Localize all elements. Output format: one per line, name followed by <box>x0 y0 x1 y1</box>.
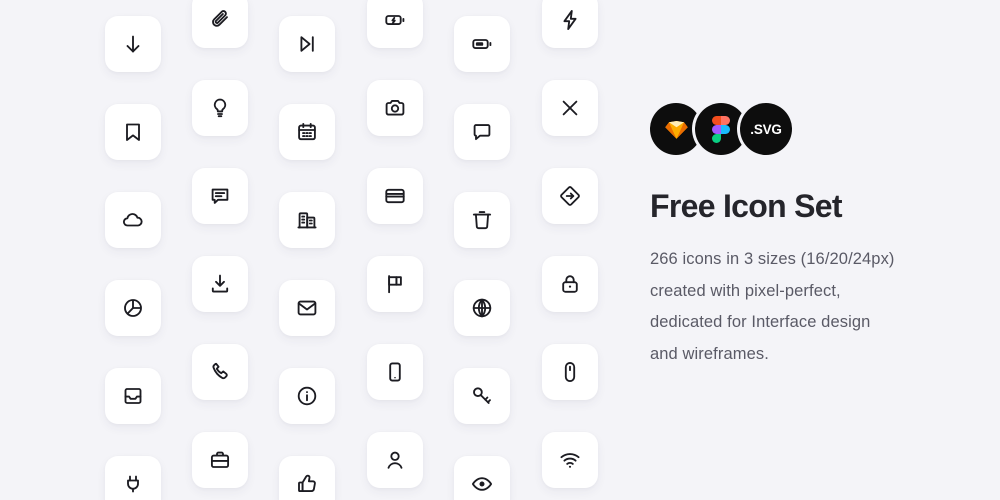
close-x-icon <box>562 100 578 116</box>
icon-card-bookmark[interactable] <box>105 104 161 160</box>
icon-card-eye[interactable] <box>454 456 510 500</box>
icon-card-briefcase[interactable] <box>192 432 248 488</box>
globe-icon <box>472 298 492 318</box>
icon-card-battery-charging[interactable] <box>367 0 423 48</box>
chat-bubble-icon <box>473 124 491 141</box>
icon-card-mouse[interactable] <box>542 344 598 400</box>
figma-logo-icon <box>712 115 730 143</box>
icon-card-chat-bubble[interactable] <box>454 104 510 160</box>
icon-set-showcase: .SVG Free Icon Set 266 icons in 3 sizes … <box>0 0 1000 500</box>
icon-grid <box>0 0 640 500</box>
battery-icon <box>472 39 492 50</box>
key-icon <box>473 387 491 404</box>
wifi-icon <box>560 453 580 468</box>
icon-card-key[interactable] <box>454 368 510 424</box>
icon-card-user[interactable] <box>367 432 423 488</box>
mouse-icon <box>564 361 576 383</box>
smartphone-icon <box>389 362 401 382</box>
format-badge-row: .SVG <box>650 103 792 155</box>
cloud-icon <box>122 213 143 227</box>
battery-charging-icon <box>385 15 405 26</box>
icon-card-skip-forward[interactable] <box>279 16 335 72</box>
plug-icon <box>127 475 139 493</box>
icon-card-credit-card[interactable] <box>367 168 423 224</box>
calendar-icon <box>298 122 316 141</box>
icon-card-flag[interactable] <box>367 256 423 312</box>
user-icon <box>387 451 403 469</box>
skip-forward-icon <box>300 36 314 52</box>
icon-card-inbox[interactable] <box>105 368 161 424</box>
message-square-text-icon <box>211 188 229 204</box>
icon-card-wifi[interactable] <box>542 432 598 488</box>
icon-card-paperclip[interactable] <box>192 0 248 48</box>
trash-icon <box>472 211 492 230</box>
icon-card-zap[interactable] <box>542 0 598 48</box>
sketch-logo-icon <box>664 120 688 139</box>
credit-card-icon <box>385 188 405 204</box>
icon-card-camera[interactable] <box>367 80 423 136</box>
navigation-diamond-icon <box>560 186 580 206</box>
icon-card-download[interactable] <box>192 256 248 312</box>
page-title: Free Icon Set <box>650 188 843 224</box>
arrow-down-icon <box>126 35 140 53</box>
icon-card-envelope[interactable] <box>279 280 335 336</box>
icon-card-plug[interactable] <box>105 456 161 500</box>
info-circle-icon <box>297 386 317 406</box>
bookmark-icon <box>126 123 140 141</box>
icon-card-arrow-down[interactable] <box>105 16 161 72</box>
icon-card-cloud[interactable] <box>105 192 161 248</box>
envelope-icon <box>297 300 317 316</box>
icon-card-pie-chart[interactable] <box>105 280 161 336</box>
svg-badge-label: .SVG <box>750 121 782 137</box>
icon-card-calendar[interactable] <box>279 104 335 160</box>
icon-card-buildings[interactable] <box>279 192 335 248</box>
icon-card-navigation-diamond[interactable] <box>542 168 598 224</box>
icon-card-close-x[interactable] <box>542 80 598 136</box>
svg-badge[interactable]: .SVG <box>740 103 792 155</box>
zap-icon <box>563 9 577 31</box>
buildings-icon <box>297 212 317 229</box>
icon-card-thumbs-up[interactable] <box>279 456 335 500</box>
eye-icon <box>471 477 493 491</box>
flag-icon <box>388 275 402 294</box>
lightbulb-icon <box>213 98 227 118</box>
briefcase-icon <box>210 451 230 468</box>
pie-chart-icon <box>124 299 142 317</box>
inbox-icon <box>124 388 142 404</box>
phone-icon <box>212 362 228 380</box>
info-panel: .SVG Free Icon Set 266 icons in 3 sizes … <box>650 0 970 500</box>
icon-card-battery[interactable] <box>454 16 510 72</box>
paperclip-icon <box>212 10 228 27</box>
icon-card-info-circle[interactable] <box>279 368 335 424</box>
camera-icon <box>385 99 405 116</box>
icon-card-message-square-text[interactable] <box>192 168 248 224</box>
icon-card-lock[interactable] <box>542 256 598 312</box>
icon-card-globe[interactable] <box>454 280 510 336</box>
lock-icon <box>562 275 578 293</box>
panel-description: 266 icons in 3 sizes (16/20/24px) create… <box>650 250 895 363</box>
icon-card-smartphone[interactable] <box>367 344 423 400</box>
download-icon <box>211 274 229 293</box>
thumbs-up-icon <box>298 474 316 493</box>
icon-card-phone[interactable] <box>192 344 248 400</box>
icon-card-trash[interactable] <box>454 192 510 248</box>
icon-card-lightbulb[interactable] <box>192 80 248 136</box>
